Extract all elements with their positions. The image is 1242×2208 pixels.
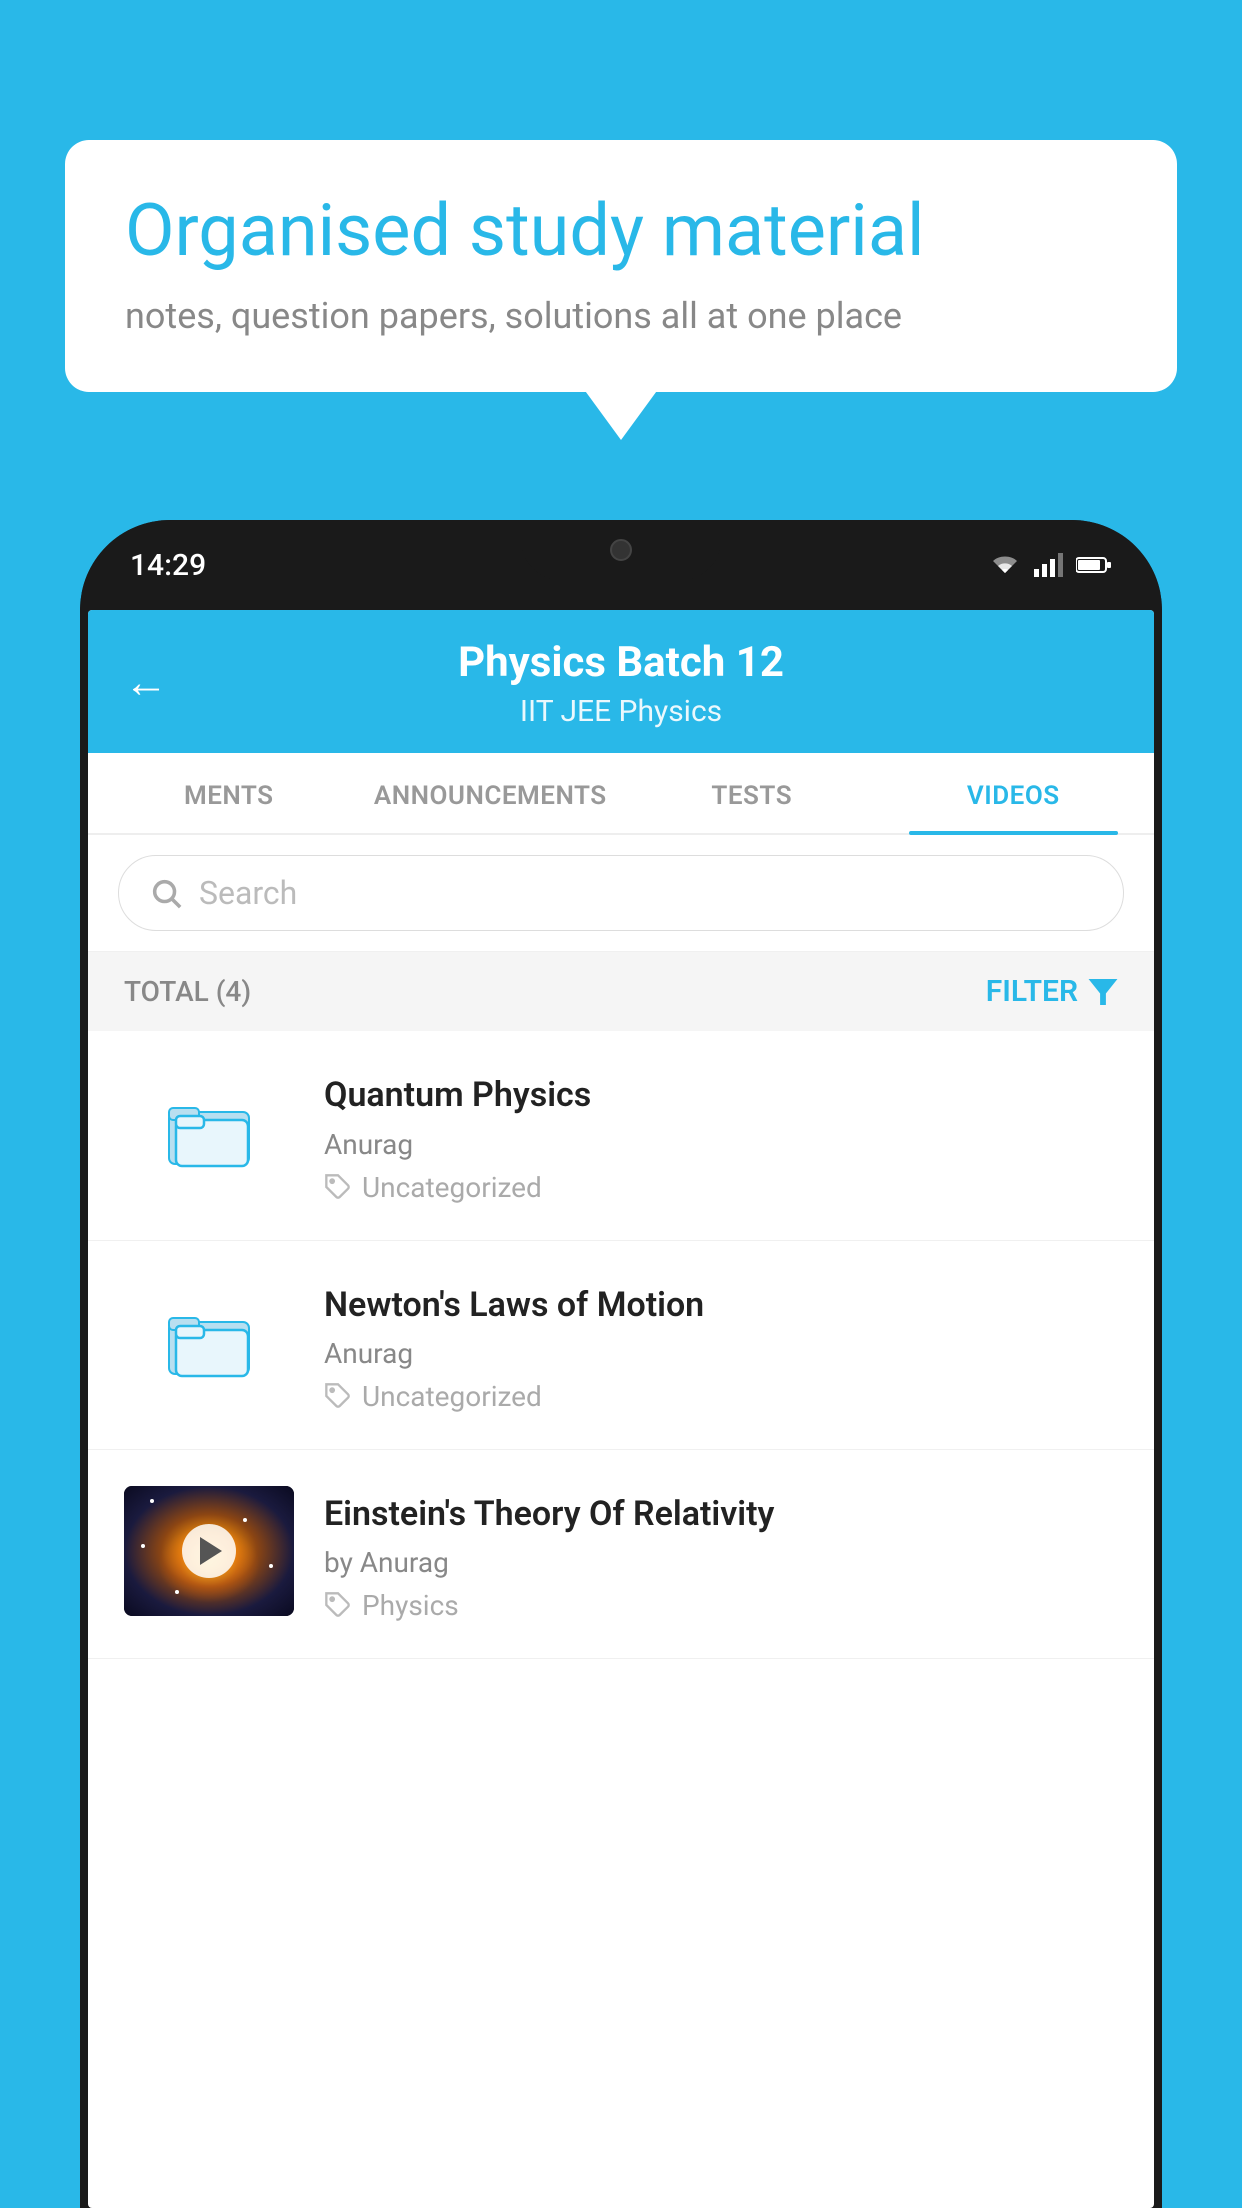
filter-icon <box>1088 979 1118 1005</box>
header-title: Physics Batch 12 <box>128 638 1114 688</box>
back-button[interactable]: ← <box>124 656 168 708</box>
tab-videos[interactable]: VIDEOS <box>883 753 1145 833</box>
phone-notch <box>521 520 721 580</box>
video-author: Anurag <box>324 1337 1118 1370</box>
search-placeholder: Search <box>199 874 297 912</box>
tag-label: Uncategorized <box>362 1171 542 1204</box>
screen: ← Physics Batch 12 IIT JEE Physics MENTS… <box>88 610 1154 2208</box>
video-author: Anurag <box>324 1128 1118 1161</box>
total-count: TOTAL (4) <box>124 975 251 1008</box>
tag-icon <box>324 1591 352 1619</box>
battery-icon <box>1076 556 1112 574</box>
tag-label: Physics <box>362 1589 459 1622</box>
folder-icon <box>164 1092 254 1172</box>
header-subtitle: IIT JEE Physics <box>128 694 1114 729</box>
play-icon <box>200 1537 222 1565</box>
speech-bubble-container: Organised study material notes, question… <box>65 140 1177 392</box>
bubble-subtitle: notes, question papers, solutions all at… <box>125 295 1117 337</box>
video-tag: Uncategorized <box>324 1380 1118 1413</box>
filter-bar: TOTAL (4) FILTER <box>88 952 1154 1031</box>
list-item[interactable]: Newton's Laws of Motion Anurag Uncategor… <box>88 1241 1154 1450</box>
list-item[interactable]: Quantum Physics Anurag Uncategorized <box>88 1031 1154 1240</box>
folder-icon <box>164 1302 254 1382</box>
video-list: Quantum Physics Anurag Uncategorized <box>88 1031 1154 1659</box>
video-title: Quantum Physics <box>324 1073 1118 1117</box>
list-item[interactable]: Einstein's Theory Of Relativity by Anura… <box>88 1450 1154 1659</box>
folder-thumbnail <box>124 1277 294 1407</box>
tab-ments[interactable]: MENTS <box>98 753 360 833</box>
tab-tests[interactable]: TESTS <box>621 753 883 833</box>
video-author: by Anurag <box>324 1546 1118 1579</box>
video-tag: Physics <box>324 1589 1118 1622</box>
bubble-title: Organised study material <box>125 190 1117 273</box>
video-title: Einstein's Theory Of Relativity <box>324 1492 1118 1536</box>
tab-announcements[interactable]: ANNOUNCEMENTS <box>360 753 622 833</box>
clock: 14:29 <box>130 548 206 583</box>
app-header: ← Physics Batch 12 IIT JEE Physics <box>88 610 1154 753</box>
search-icon <box>149 876 183 910</box>
search-bar: Search <box>88 835 1154 952</box>
tab-bar: MENTS ANNOUNCEMENTS TESTS VIDEOS <box>88 753 1154 835</box>
video-tag: Uncategorized <box>324 1171 1118 1204</box>
filter-button[interactable]: FILTER <box>986 974 1118 1009</box>
signal-icon <box>1034 553 1064 577</box>
tag-icon <box>324 1382 352 1410</box>
video-info: Newton's Laws of Motion Anurag Uncategor… <box>324 1277 1118 1413</box>
speech-bubble: Organised study material notes, question… <box>65 140 1177 392</box>
phone-frame: 14:29 <box>80 520 1162 2208</box>
status-icons <box>988 553 1112 577</box>
video-title: Newton's Laws of Motion <box>324 1283 1118 1327</box>
status-bar: 14:29 <box>80 520 1162 610</box>
video-info: Einstein's Theory Of Relativity by Anura… <box>324 1486 1118 1622</box>
camera <box>610 539 632 561</box>
video-thumbnail <box>124 1486 294 1616</box>
play-button[interactable] <box>182 1524 236 1578</box>
video-info: Quantum Physics Anurag Uncategorized <box>324 1067 1118 1203</box>
tag-label: Uncategorized <box>362 1380 542 1413</box>
filter-label: FILTER <box>986 974 1078 1009</box>
search-input-wrapper[interactable]: Search <box>118 855 1124 931</box>
tag-icon <box>324 1173 352 1201</box>
wifi-icon <box>988 553 1022 577</box>
folder-thumbnail <box>124 1067 294 1197</box>
